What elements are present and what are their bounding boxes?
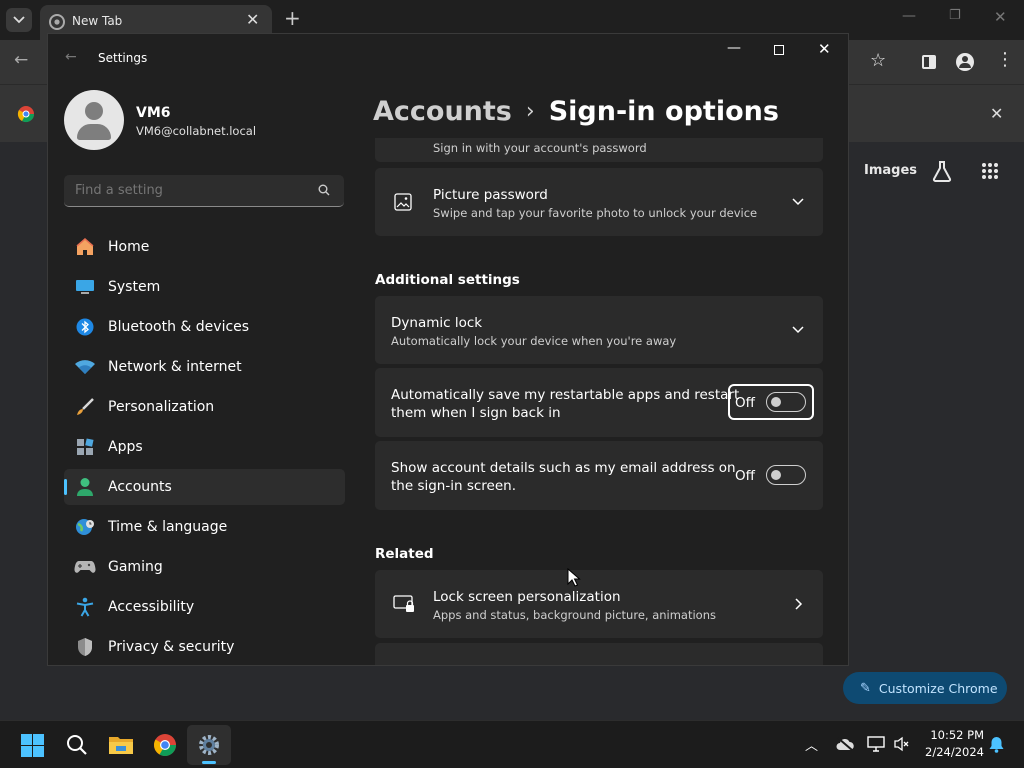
auto-save-label-line2: them when I sign back in — [391, 405, 561, 421]
settings-minimize-button[interactable]: — — [727, 40, 741, 56]
picture-icon — [394, 193, 412, 211]
chevron-up-icon[interactable]: ︿ — [805, 735, 818, 754]
chrome-minimize-button[interactable]: — — [902, 8, 916, 24]
volume-muted-icon[interactable] — [894, 736, 910, 752]
labs-flask-icon[interactable] — [932, 160, 952, 182]
breadcrumb-parent[interactable]: Accounts — [373, 96, 512, 127]
notification-bell-icon[interactable] — [989, 736, 1004, 753]
pencil-icon: ✎ — [860, 680, 871, 696]
windows-start-icon[interactable] — [21, 734, 44, 757]
user-email: VM6@collabnet.local — [136, 124, 257, 138]
customize-chrome-button[interactable]: ✎ Customize Chrome — [843, 672, 1007, 704]
chrome-favicon-icon — [49, 14, 65, 30]
images-link[interactable]: Images — [864, 163, 917, 178]
show-details-label-line2: the sign-in screen. — [391, 478, 516, 494]
google-apps-icon[interactable] — [981, 162, 999, 180]
settings-back-icon[interactable]: ← — [65, 49, 77, 65]
side-panel-icon[interactable] — [922, 55, 936, 69]
chevron-down-icon[interactable] — [792, 326, 804, 334]
content-scroll-area[interactable]: Sign in with your account's password Pic… — [48, 138, 848, 665]
settings-window: ← Settings — ✕ VM6 VM6@collabnet.local H… — [47, 33, 849, 666]
picture-password-subtitle: Swipe and tap your favorite photo to unl… — [433, 206, 758, 220]
auto-save-label-line1: Automatically save my restartable apps a… — [391, 387, 740, 403]
search-icon[interactable] — [66, 734, 88, 756]
breadcrumb: Accounts › Sign-in options — [373, 91, 779, 131]
clock-date[interactable]: 2/24/2024 — [920, 745, 984, 759]
settings-maximize-button[interactable] — [774, 45, 784, 55]
tab-close-icon[interactable]: ✕ — [246, 10, 259, 29]
file-explorer-icon[interactable] — [108, 734, 134, 756]
show-details-label-line1: Show account details such as my email ad… — [391, 460, 736, 476]
chevron-right-icon[interactable] — [795, 598, 803, 610]
user-name: VM6 — [136, 105, 171, 121]
additional-settings-heading: Additional settings — [375, 272, 520, 288]
dynamic-lock-title: Dynamic lock — [391, 315, 483, 331]
lock-screen-icon — [393, 595, 414, 612]
active-app-indicator — [202, 761, 216, 764]
picture-password-title: Picture password — [433, 187, 548, 203]
auto-save-apps-card: Automatically save my restartable apps a… — [375, 368, 823, 437]
profile-icon[interactable] — [956, 53, 974, 71]
chrome-menu-icon[interactable]: ⋮ — [996, 49, 1014, 70]
lock-screen-subtitle: Apps and status, background picture, ani… — [433, 608, 717, 622]
chevron-down-icon — [13, 16, 25, 24]
dynamic-lock-card[interactable]: Dynamic lock Automatically lock your dev… — [375, 296, 823, 364]
tab-title: New Tab — [72, 14, 123, 28]
clock-time[interactable]: 10:52 PM — [920, 728, 984, 742]
back-arrow-icon[interactable]: ← — [14, 50, 28, 70]
google-logo-icon — [17, 106, 35, 123]
show-details-toggle[interactable] — [766, 465, 806, 485]
new-tab-button[interactable]: + — [284, 6, 301, 30]
show-details-state: Off — [735, 468, 755, 484]
network-icon[interactable] — [867, 736, 885, 752]
settings-title: Settings — [98, 51, 148, 65]
next-card-partial[interactable] — [375, 643, 823, 665]
breadcrumb-separator: › — [525, 98, 535, 124]
auto-save-toggle[interactable] — [766, 392, 806, 412]
settings-close-button[interactable]: ✕ — [818, 40, 831, 58]
mouse-cursor-icon — [567, 568, 581, 587]
lock-screen-personalization-card[interactable]: Lock screen personalization Apps and sta… — [375, 570, 823, 638]
chrome-taskbar-icon[interactable] — [153, 733, 177, 757]
bookmark-star-icon[interactable]: ☆ — [870, 50, 886, 71]
show-account-details-card: Show account details such as my email ad… — [375, 441, 823, 510]
page-title: Sign-in options — [548, 95, 779, 127]
related-heading: Related — [375, 546, 434, 562]
chrome-close-button[interactable]: ✕ — [994, 8, 1007, 26]
taskbar: ︿ 10:52 PM 2/24/2024 — [0, 720, 1024, 768]
chrome-restore-button[interactable]: ❐ — [949, 8, 961, 23]
onedrive-cloud-icon[interactable] — [836, 737, 854, 751]
password-subtitle: Sign in with your account's password — [433, 141, 647, 155]
settings-taskbar-button[interactable] — [187, 725, 231, 765]
auto-save-state: Off — [735, 395, 755, 411]
dynamic-lock-subtitle: Automatically lock your device when you'… — [391, 334, 677, 348]
tab-search-button[interactable] — [6, 8, 32, 32]
lock-screen-title: Lock screen personalization — [433, 589, 621, 605]
chevron-down-icon[interactable] — [792, 198, 804, 206]
info-bar-close-icon[interactable]: ✕ — [990, 104, 1003, 123]
password-card[interactable]: Sign in with your account's password — [375, 138, 823, 162]
picture-password-card[interactable]: Picture password Swipe and tap your favo… — [375, 168, 823, 236]
customize-chrome-label: Customize Chrome — [878, 680, 998, 696]
settings-gear-icon — [199, 735, 219, 755]
